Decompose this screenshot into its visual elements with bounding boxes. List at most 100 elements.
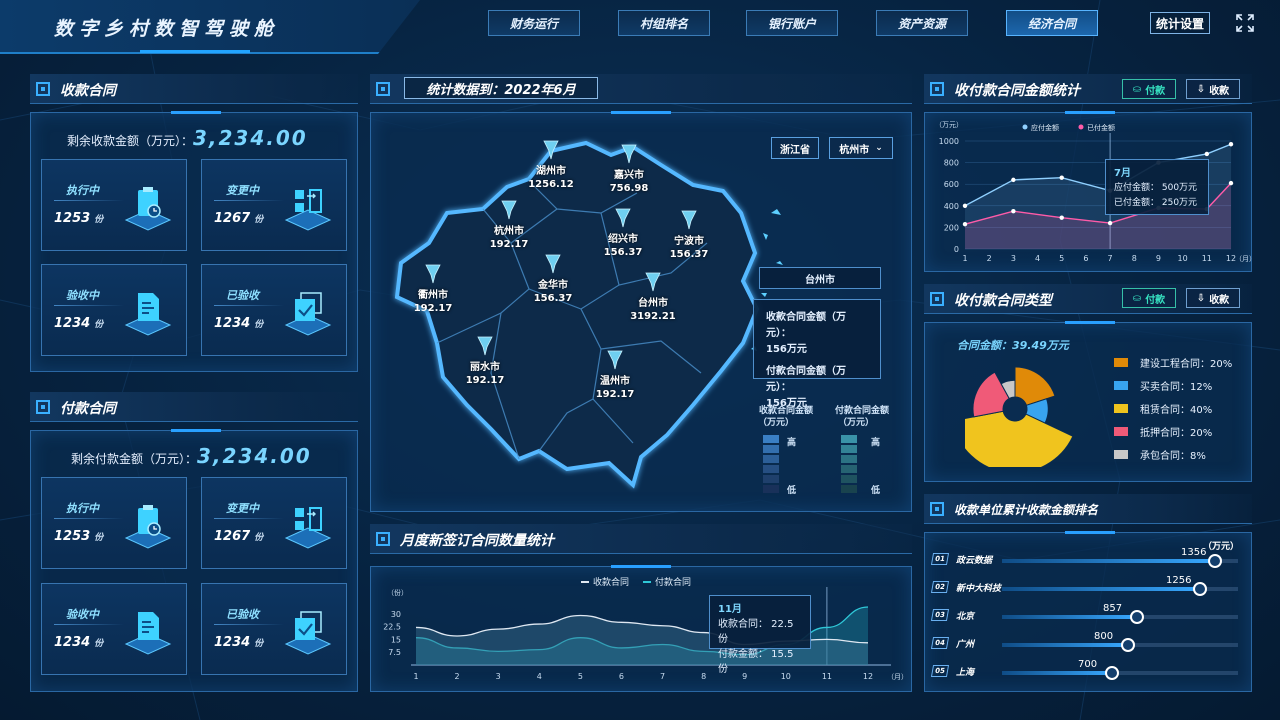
amount-tab-pay[interactable]: ⛀ 付款 [1122,79,1176,99]
amount-title: 收付款合同金额统计 [954,83,1080,99]
nav-economic-contract[interactable]: 经济合同 [1006,10,1098,36]
monthly-tooltip: 11月 收款合同： 22.5份 付款金额： 15.5份 [709,595,811,675]
x-tick-label: 3 [1011,254,1016,263]
y-axis-label: （份） [387,588,408,597]
city-label-6[interactable]: 衢州市 192.17 [405,263,461,315]
city-value: 192.17 [489,239,529,250]
card-label: 变更中 [226,184,259,197]
city-label-2[interactable]: 杭州市 192.17 [481,199,537,251]
card-number: 1253 [54,529,91,544]
data-point[interactable] [1011,209,1016,214]
x-tick-label: 3 [496,672,501,681]
receive-remain-value: 3,234.00 [193,126,308,150]
city-label-3[interactable]: 绍兴市 156.37 [595,207,651,259]
city-value: 3192.21 [630,311,676,322]
receive-card-accepted[interactable]: 已验收 1234 份 [201,264,347,356]
x-tick-label: 6 [619,672,624,681]
card-divider [214,200,284,201]
city-label-5[interactable]: 金华市 156.37 [525,253,581,305]
city-name: 湖州市 [536,166,566,177]
data-point[interactable] [1228,180,1234,186]
receive-contract-panel: 剩余收款金额（万元）： 3,234.00 执行中 1253 份 变更中 1267 份… [30,111,358,372]
x-tick-label: 2 [455,672,460,681]
pay-card-executing[interactable]: 执行中 1253 份 [41,477,187,569]
data-point[interactable] [962,221,968,227]
card-unit: 份 [254,533,264,543]
receive-card-accepting[interactable]: 验收中 1234 份 [41,264,187,356]
legend-swatch [841,435,857,443]
x-tick-label: 4 [1035,254,1040,263]
receive-contract-header: 收款合同 [30,74,358,104]
city-label-4[interactable]: 宁波市 156.37 [661,209,717,261]
card-divider [54,518,124,519]
stats-settings-button[interactable]: 统计设置 [1150,12,1210,34]
type-tab-pay[interactable]: ⛀ 付款 [1122,288,1176,308]
data-point[interactable] [962,203,968,208]
rank-number: 02 [930,581,950,593]
fullscreen-icon[interactable] [1236,14,1254,32]
city-select[interactable]: 杭州市 ⌄ [829,137,893,159]
ranking-title: 收款单位累计收款金额排名 [954,503,1099,517]
city-label-1[interactable]: 嘉兴市 756.98 [601,143,657,195]
data-point[interactable] [1204,151,1210,157]
legend-swatch [763,485,779,493]
ranking-row[interactable]: 03 北京 857 [930,602,1240,626]
type-legend-item: 抵押合同：20% [1114,424,1212,439]
type-tab-receive[interactable]: ⇩ 收款 [1186,288,1240,308]
data-point[interactable] [1059,175,1064,180]
data-point[interactable] [1011,177,1016,183]
ranking-row[interactable]: 01 政云数据 1356 [930,546,1240,570]
pay-contract-panel: 剩余付款金额（万元）： 3,234.00 执行中 1253 份 变更中 1267 份… [30,429,358,692]
city-label-7[interactable]: 台州市 3192.21 [625,271,681,323]
city-label-0[interactable]: 湖州市 1256.12 [523,139,579,191]
city-value: 1256.12 [528,179,574,190]
x-axis-unit: （月） [1235,255,1253,263]
card-number: 1234 [54,316,91,331]
legend-label: 租赁合同：40% [1140,405,1213,416]
pay-remain-value: 3,234.00 [197,444,312,468]
data-point[interactable] [1059,215,1064,220]
city-label-9[interactable]: 温州市 192.17 [587,349,643,401]
card-label: 已验收 [226,608,259,621]
nav-assets[interactable]: 资产资源 [876,10,968,36]
card-divider [54,305,124,306]
pay-remain-label: 剩余付款金额（万元）： [71,452,198,466]
receive-card-changing[interactable]: 变更中 1267 份 [201,159,347,251]
amount-tooltip-payable: 应付金额： 500万元 [1114,183,1198,193]
city-label-8[interactable]: 丽水市 192.17 [457,335,513,387]
card-value: 1234 份 [214,316,263,331]
pay-card-accepted[interactable]: 已验收 1234 份 [201,583,347,675]
stats-date-label: 统计数据到：2022年6月 [404,77,598,99]
ranking-row[interactable]: 02 新中大科技 1256 [930,574,1240,598]
amount-tooltip-paid: 已付金额： 250万元 [1114,198,1198,208]
ranking-row[interactable]: 04 广州 800 [930,630,1240,654]
nav-bank-account[interactable]: 银行账户 [746,10,838,36]
card-value: 1253 份 [54,211,103,226]
data-point[interactable] [1228,142,1234,147]
card-label: 验收中 [66,289,99,302]
rank-value: 857 [1103,603,1123,614]
card-unit: 份 [94,215,104,225]
nav-village-rank[interactable]: 村组排名 [618,10,710,36]
x-axis-unit: （月） [887,673,908,681]
card-value: 1267 份 [214,211,263,226]
monthly-chart[interactable]: （份）7.51522.5301 2 3 4 5 6 7 8 9 10 11 12 （月）收款合同 付款合同 [371,567,913,693]
type-rose-chart[interactable] [965,349,1075,467]
pay-card-accepting[interactable]: 验收中 1234 份 [41,583,187,675]
legend-pay-scale [841,435,857,495]
pay-card-changing[interactable]: 变更中 1267 份 [201,477,347,569]
amount-tab-receive[interactable]: ⇩ 收款 [1186,79,1240,99]
tooltip-receive-value: 156万元 [766,344,807,355]
map-pin-icon [645,272,661,292]
x-tick-label: 1 [413,672,418,681]
receive-card-executing[interactable]: 执行中 1253 份 [41,159,187,251]
data-point[interactable] [1107,220,1113,226]
nav-finance[interactable]: 财务运行 [488,10,580,36]
legend-label: 付款合同 [655,576,691,588]
monthly-header: 月度新签订合同数量统计 [370,524,912,554]
rank-name: 广州 [956,640,975,650]
province-select[interactable]: 浙江省 [771,137,819,159]
legend-dot [1022,124,1028,130]
ranking-row[interactable]: 05 上海 700 [930,658,1240,682]
rank-name: 上海 [956,668,975,678]
